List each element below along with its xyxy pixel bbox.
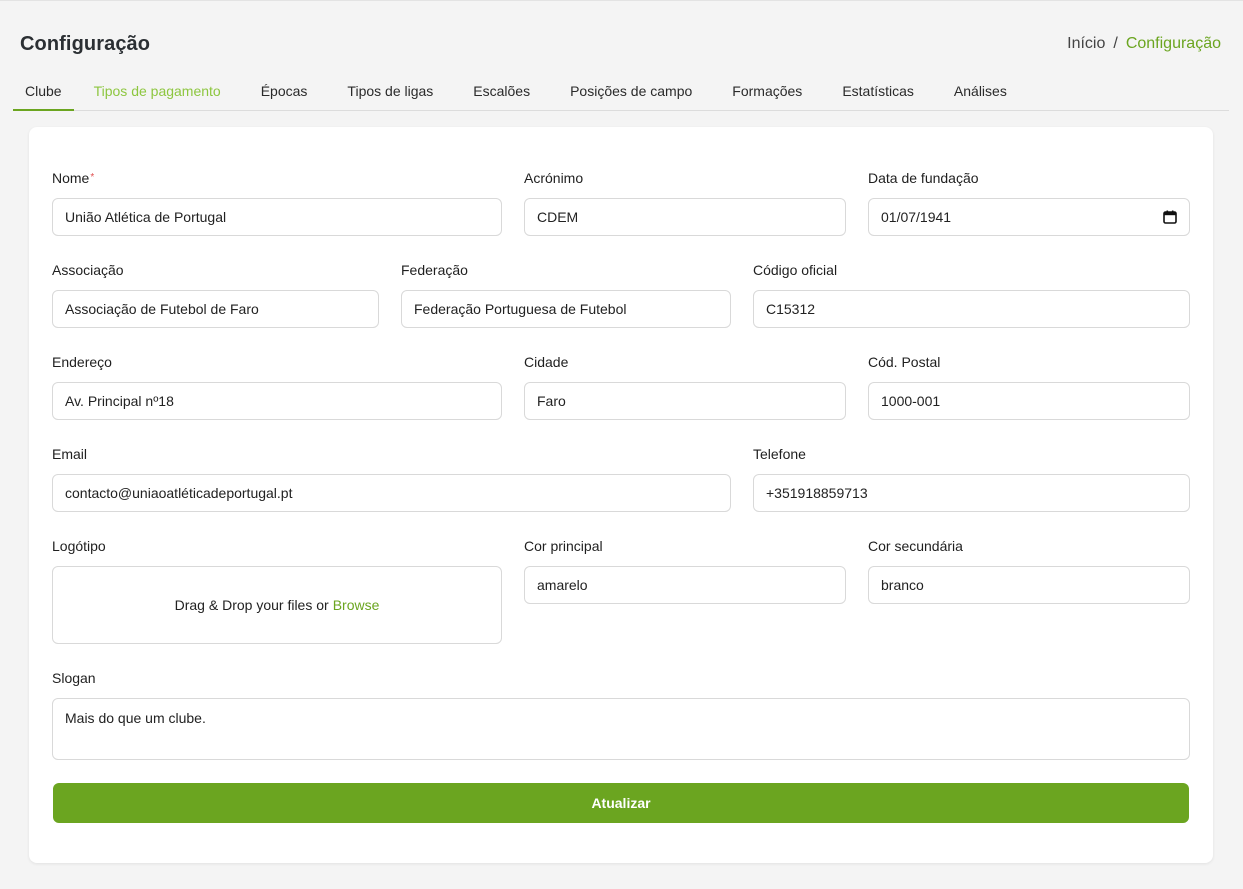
acronimo-input[interactable]	[524, 198, 846, 236]
telefone-input[interactable]	[753, 474, 1190, 512]
cod-postal-label: Cód. Postal	[868, 354, 941, 370]
cidade-label: Cidade	[524, 354, 569, 370]
tab-epocas[interactable]: Épocas	[241, 72, 328, 110]
breadcrumb: Início / Configuração	[1067, 35, 1221, 53]
page-header: Configuração Início / Configuração	[20, 30, 1221, 58]
cidade-input[interactable]	[524, 382, 846, 420]
codigo-oficial-label: Código oficial	[753, 262, 838, 278]
tab-estatisticas[interactable]: Estatísticas	[822, 72, 934, 110]
field-telefone: Telefone	[753, 444, 1190, 512]
cod-postal-input[interactable]	[868, 382, 1190, 420]
nome-label: Nome*	[52, 168, 502, 188]
settings-tabs: Clube Tipos de pagamento Épocas Tipos de…	[13, 72, 1229, 111]
federacao-input[interactable]	[401, 290, 731, 328]
breadcrumb-home-link[interactable]: Início	[1067, 35, 1105, 53]
logotipo-label: Logótipo	[52, 538, 106, 554]
slogan-label: Slogan	[52, 670, 96, 686]
top-divider	[0, 0, 1243, 1]
cor-secundaria-label: Cor secundária	[868, 538, 963, 554]
email-label: Email	[52, 446, 88, 462]
calendar-icon[interactable]	[1163, 210, 1177, 224]
breadcrumb-separator: /	[1113, 35, 1118, 52]
associacao-label: Associação	[52, 262, 124, 278]
tab-escaloes[interactable]: Escalões	[453, 72, 550, 110]
nome-input[interactable]	[52, 198, 502, 236]
field-slogan: Slogan Mais do que um clube.	[52, 668, 1190, 760]
field-acronimo: Acrónimo	[524, 168, 846, 236]
field-data-fundacao: Data de fundação 01/07/1941	[868, 168, 1190, 236]
endereco-input[interactable]	[52, 382, 502, 420]
data-fundacao-value: 01/07/1941	[881, 209, 952, 225]
breadcrumb-current: Configuração	[1125, 35, 1221, 52]
cor-principal-label: Cor principal	[524, 538, 603, 554]
required-mark: *	[90, 172, 95, 183]
page-title: Configuração	[20, 32, 151, 55]
cor-principal-input[interactable]	[524, 566, 846, 604]
field-endereco: Endereço	[52, 352, 502, 420]
field-associacao: Associação	[52, 260, 379, 328]
tab-tipos-de-pagamento[interactable]: Tipos de pagamento	[74, 72, 241, 110]
tab-formacoes[interactable]: Formações	[712, 72, 822, 110]
field-email: Email	[52, 444, 731, 512]
field-nome: Nome*	[52, 168, 502, 236]
data-fundacao-input[interactable]: 01/07/1941	[868, 198, 1190, 236]
field-federacao: Federação	[401, 260, 731, 328]
endereco-label: Endereço	[52, 354, 112, 370]
telefone-label: Telefone	[753, 446, 806, 462]
cor-secundaria-input[interactable]	[868, 566, 1190, 604]
field-cor-principal: Cor principal	[524, 536, 846, 604]
field-logotipo: Logótipo Drag & Drop your files or Brows…	[52, 536, 502, 644]
acronimo-label: Acrónimo	[524, 170, 584, 186]
associacao-input[interactable]	[52, 290, 379, 328]
email-input[interactable]	[52, 474, 731, 512]
browse-link[interactable]: Browse	[333, 597, 380, 613]
federacao-label: Federação	[401, 262, 468, 278]
codigo-oficial-input[interactable]	[753, 290, 1190, 328]
field-cod-postal: Cód. Postal	[868, 352, 1190, 420]
field-codigo-oficial: Código oficial	[753, 260, 1190, 328]
tab-tipos-de-ligas[interactable]: Tipos de ligas	[327, 72, 453, 110]
tab-posicoes-de-campo[interactable]: Posições de campo	[550, 72, 712, 110]
nome-label-text: Nome	[52, 170, 90, 186]
update-button[interactable]: Atualizar	[53, 783, 1189, 823]
tab-analises[interactable]: Análises	[934, 72, 1027, 110]
slogan-textarea[interactable]: Mais do que um clube.	[52, 698, 1190, 760]
field-cor-secundaria: Cor secundária	[868, 536, 1190, 604]
dropzone-text: Drag & Drop your files or	[174, 597, 329, 613]
field-cidade: Cidade	[524, 352, 846, 420]
club-form-card: Nome* Acrónimo Data de fundação 01/07/19…	[29, 127, 1213, 863]
data-fundacao-label: Data de fundação	[868, 170, 979, 186]
logo-dropzone[interactable]: Drag & Drop your files or Browse	[52, 566, 502, 644]
tab-clube[interactable]: Clube	[13, 72, 74, 111]
